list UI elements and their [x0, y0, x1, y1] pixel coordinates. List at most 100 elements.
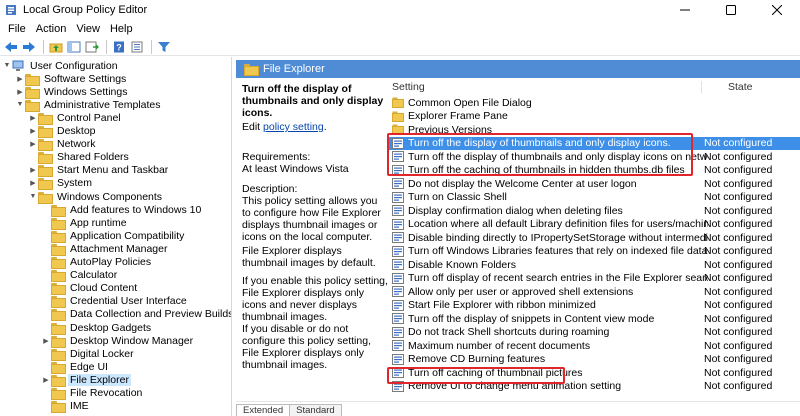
policy-row[interactable]: Start File Explorer with ribbon minimize… [388, 299, 800, 312]
menu-help[interactable]: Help [105, 23, 138, 35]
tree-item[interactable]: Shared Folders [28, 151, 131, 165]
tree-item[interactable]: Attachment Manager [41, 242, 169, 256]
policy-row[interactable]: Turn off display of recent search entrie… [388, 272, 800, 285]
tree-item[interactable]: ▶ Start Menu and Taskbar [28, 164, 170, 178]
tree-item[interactable]: Edge UI [41, 360, 110, 374]
tree-item[interactable]: IME [41, 400, 91, 414]
policy-row[interactable]: Turn off the display of snippets in Cont… [388, 312, 800, 325]
title-bar: Local Group Policy Editor [0, 0, 800, 20]
expand-chevron-icon[interactable]: ▶ [15, 72, 25, 85]
expand-chevron-icon[interactable]: ▶ [41, 373, 51, 386]
policy-row[interactable]: Remove UI to change menu animation setti… [388, 380, 800, 393]
maximize-button[interactable] [708, 0, 754, 20]
policy-row[interactable]: Disable binding directly to IPropertySet… [388, 231, 800, 244]
menu-action[interactable]: Action [31, 23, 72, 35]
horizontal-scroll-track[interactable] [236, 401, 800, 402]
tree-item[interactable]: AutoPlay Policies [41, 256, 153, 269]
tree-item[interactable]: Cloud Content [41, 282, 139, 296]
expand-chevron-icon[interactable]: ▶ [28, 125, 38, 138]
menu-view[interactable]: View [71, 23, 105, 35]
policy-row[interactable]: Display confirmation dialog when deletin… [388, 204, 800, 217]
tree-item[interactable]: Desktop Gadgets [41, 321, 153, 335]
help-button[interactable]: ? [111, 39, 127, 55]
expand-chevron-icon[interactable]: ▶ [28, 138, 38, 151]
policy-row[interactable]: Turn off caching of thumbnail pictures No… [388, 366, 800, 379]
tree-item[interactable]: ▼ Windows Components [28, 190, 164, 204]
expand-chevron-icon[interactable]: ▶ [28, 164, 38, 177]
policy-row[interactable]: Turn on Classic Shell Not configured [388, 191, 800, 204]
policy-setting-icon [392, 272, 404, 284]
folder-icon [51, 322, 66, 335]
export-list-button[interactable] [84, 39, 100, 55]
edit-policy-setting-link[interactable]: policy setting [263, 121, 324, 133]
setting-name: Do not display the Welcome Center at use… [408, 177, 637, 190]
requirements-value: At least Windows Vista [242, 163, 349, 175]
close-button[interactable] [754, 0, 800, 20]
tree-item[interactable]: File Revocation [41, 387, 144, 400]
setting-state: Not configured [704, 312, 773, 325]
policy-row[interactable]: Turn off the display of thumbnails and o… [388, 136, 800, 150]
policy-row[interactable]: Maximum number of recent documents Not co… [388, 339, 800, 352]
folder-icon [51, 230, 66, 243]
tree-item[interactable]: ▶ System [28, 177, 94, 191]
tab-extended[interactable]: Extended [236, 404, 291, 416]
up-folder-button[interactable] [48, 39, 64, 55]
column-divider[interactable] [701, 81, 702, 93]
tree-item[interactable]: ▶ Windows Settings [15, 85, 129, 99]
tree-item[interactable]: Calculator [41, 269, 119, 283]
policy-row[interactable]: Turn off the display of thumbnails and o… [388, 150, 800, 163]
policy-row[interactable]: Turn off Windows Libraries features that… [388, 245, 800, 258]
column-header-setting[interactable]: Setting [392, 79, 425, 95]
tree-item[interactable]: Application Compatibility [41, 229, 186, 243]
tree-item[interactable]: ▼ Administrative Templates [15, 98, 163, 112]
policy-row[interactable]: Do not track Shell shortcuts during roam… [388, 326, 800, 339]
settings-folder-row[interactable]: Previous Versions [388, 123, 800, 136]
collapse-chevron-icon[interactable]: ▼ [15, 98, 25, 111]
tree-item[interactable]: ▶ Desktop Window Manager [41, 334, 195, 348]
expand-chevron-icon[interactable]: ▶ [28, 111, 38, 124]
tree-item[interactable]: ▶ Desktop [28, 125, 98, 138]
policy-row[interactable]: Remove CD Burning features Not configured [388, 353, 800, 366]
menu-file[interactable]: File [3, 23, 31, 35]
edit-suffix: . [323, 121, 327, 133]
setting-state: Not configured [704, 299, 773, 311]
tree-item[interactable]: ▶ File Explorer [41, 373, 131, 387]
tree-item[interactable]: ▶ Network [28, 138, 98, 152]
maximize-icon [726, 5, 736, 15]
tree-item[interactable]: Digital Locker [41, 347, 136, 361]
setting-state: Not configured [704, 245, 773, 257]
tree-item[interactable]: Data Collection and Preview Builds [41, 308, 231, 322]
minimize-button[interactable] [662, 0, 708, 20]
column-header-state[interactable]: State [728, 79, 753, 95]
tree-item[interactable]: Credential User Interface [41, 295, 189, 309]
tree-item[interactable]: ▶ Control Panel [28, 111, 123, 125]
policy-row[interactable]: Turn off the caching of thumbnails in hi… [388, 164, 800, 177]
tree-item-label: Attachment Manager [70, 242, 168, 255]
tree-item[interactable]: Add features to Windows 10 [41, 203, 203, 217]
show-hide-tree-button[interactable] [66, 39, 82, 55]
policy-row[interactable]: Disable Known Folders Not configured [388, 258, 800, 271]
policy-row[interactable]: Do not display the Welcome Center at use… [388, 177, 800, 190]
properties-button[interactable] [129, 39, 145, 55]
filter-button[interactable] [156, 39, 172, 55]
expand-chevron-icon[interactable]: ▶ [15, 85, 25, 98]
expand-chevron-icon[interactable]: ▶ [28, 177, 38, 190]
tree-item[interactable]: ▼ User Configuration [2, 59, 120, 72]
settings-folder-row[interactable]: Common Open File Dialog [388, 96, 800, 109]
tab-standard[interactable]: Standard [289, 404, 342, 416]
collapse-chevron-icon[interactable]: ▼ [28, 190, 38, 203]
settings-folder-row[interactable]: Explorer Frame Pane [388, 110, 800, 123]
folder-icon [25, 86, 40, 99]
tree-item[interactable]: App runtime [41, 216, 129, 230]
tree-item[interactable]: ▶ Software Settings [15, 72, 128, 86]
toolbar-separator [106, 39, 107, 54]
folder-icon [38, 165, 53, 178]
expand-chevron-icon[interactable]: ▶ [41, 334, 51, 347]
policy-row[interactable]: Allow only per user or approved shell ex… [388, 285, 800, 298]
policy-row[interactable]: Location where all default Library defin… [388, 218, 800, 231]
back-button[interactable] [3, 39, 19, 55]
tree-item-label: File Revocation [70, 387, 143, 399]
collapse-chevron-icon[interactable]: ▼ [2, 59, 12, 72]
forward-button[interactable] [21, 39, 37, 55]
